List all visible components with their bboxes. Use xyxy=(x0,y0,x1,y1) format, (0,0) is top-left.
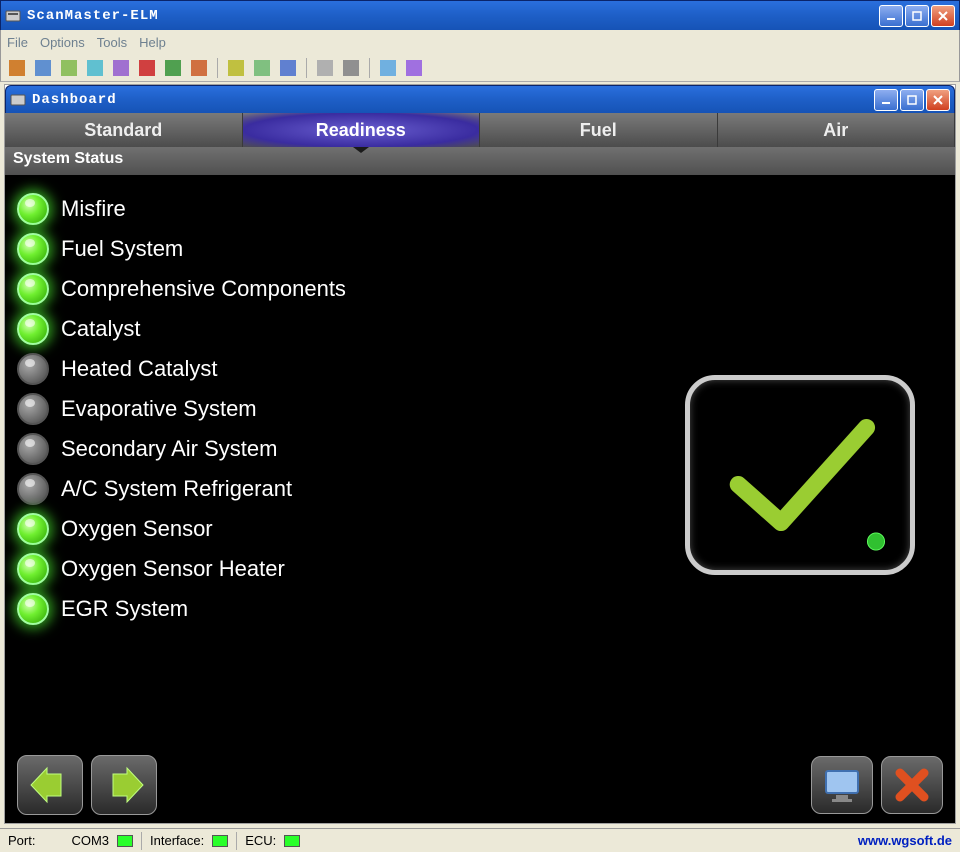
toolbar xyxy=(0,54,960,82)
status-row: Catalyst xyxy=(17,313,943,345)
outer-minimize-button[interactable] xyxy=(879,5,903,27)
tab-fuel[interactable]: Fuel xyxy=(480,113,718,147)
arrow-right-icon xyxy=(103,766,145,804)
menu-options[interactable]: Options xyxy=(40,35,85,50)
status-row: Fuel System xyxy=(17,233,943,265)
status-label: Comprehensive Components xyxy=(61,276,346,302)
status-label: Secondary Air System xyxy=(61,436,277,462)
tab-air[interactable]: Air xyxy=(718,113,956,147)
ecu-led-icon xyxy=(284,835,300,847)
interface-label: Interface: xyxy=(150,833,204,848)
status-row: Comprehensive Components xyxy=(17,273,943,305)
status-led-icon xyxy=(17,393,49,425)
toolbar-icon[interactable] xyxy=(254,60,270,76)
status-label: A/C System Refrigerant xyxy=(61,476,292,502)
prev-button[interactable] xyxy=(17,755,83,815)
section-header: System Status xyxy=(5,147,955,175)
menu-help[interactable]: Help xyxy=(139,35,166,50)
toolbar-icon[interactable] xyxy=(406,60,422,76)
toolbar-icon[interactable] xyxy=(61,60,77,76)
status-led-icon xyxy=(17,233,49,265)
status-label: EGR System xyxy=(61,596,188,622)
port-led-icon xyxy=(117,835,133,847)
toolbar-icon[interactable] xyxy=(87,60,103,76)
status-led-icon xyxy=(17,473,49,505)
monitor-icon xyxy=(822,767,862,803)
status-led-icon xyxy=(17,273,49,305)
status-led-icon xyxy=(17,553,49,585)
status-row: Misfire xyxy=(17,193,943,225)
status-label: Heated Catalyst xyxy=(61,356,218,382)
statusbar: Port: COM3 Interface: ECU: www.wgsoft.de xyxy=(0,828,960,852)
toolbar-icon[interactable] xyxy=(191,60,207,76)
outer-maximize-button[interactable] xyxy=(905,5,929,27)
status-led-icon xyxy=(17,593,49,625)
close-icon xyxy=(892,765,932,805)
port-label: Port: xyxy=(8,833,35,848)
toolbar-icon[interactable] xyxy=(380,60,396,76)
tab-standard[interactable]: Standard xyxy=(5,113,243,147)
outer-close-button[interactable] xyxy=(931,5,955,27)
status-label: Catalyst xyxy=(61,316,140,342)
ecu-label: ECU: xyxy=(245,833,276,848)
status-label: Misfire xyxy=(61,196,126,222)
vendor-link[interactable]: www.wgsoft.de xyxy=(858,833,952,848)
outer-titlebar: ScanMaster-ELM xyxy=(0,0,960,30)
status-led-icon xyxy=(17,513,49,545)
dashboard-icon xyxy=(10,92,26,108)
inner-titlebar: Dashboard xyxy=(5,85,955,113)
readiness-ok-panel xyxy=(685,375,915,575)
inner-close-button[interactable] xyxy=(926,89,950,111)
status-label: Oxygen Sensor xyxy=(61,516,213,542)
outer-title: ScanMaster-ELM xyxy=(27,8,879,24)
toolbar-icon[interactable] xyxy=(280,60,296,76)
next-button[interactable] xyxy=(91,755,157,815)
status-led-icon xyxy=(17,433,49,465)
inner-maximize-button[interactable] xyxy=(900,89,924,111)
status-led-icon xyxy=(17,193,49,225)
menu-file[interactable]: File xyxy=(7,35,28,50)
toolbar-icon[interactable] xyxy=(9,60,25,76)
menubar: File Options Tools Help xyxy=(0,30,960,54)
status-row: EGR System xyxy=(17,593,943,625)
arrow-left-icon xyxy=(29,766,71,804)
status-led-icon xyxy=(17,313,49,345)
cancel-button[interactable] xyxy=(881,756,943,814)
status-label: Evaporative System xyxy=(61,396,257,422)
toolbar-icon[interactable] xyxy=(113,60,129,76)
port-value: COM3 xyxy=(71,833,109,848)
monitor-button[interactable] xyxy=(811,756,873,814)
toolbar-icon[interactable] xyxy=(228,60,244,76)
menu-tools[interactable]: Tools xyxy=(97,35,127,50)
inner-minimize-button[interactable] xyxy=(874,89,898,111)
toolbar-icon[interactable] xyxy=(35,60,51,76)
interface-led-icon xyxy=(212,835,228,847)
toolbar-icon[interactable] xyxy=(343,60,359,76)
toolbar-icon[interactable] xyxy=(317,60,333,76)
inner-title: Dashboard xyxy=(32,92,874,108)
bottom-nav xyxy=(5,753,955,823)
status-led-icon xyxy=(17,353,49,385)
status-label: Oxygen Sensor Heater xyxy=(61,556,285,582)
tab-bar: StandardReadinessFuelAir xyxy=(5,113,955,147)
status-label: Fuel System xyxy=(61,236,183,262)
checkmark-icon xyxy=(690,380,910,570)
app-icon xyxy=(5,8,21,24)
toolbar-icon[interactable] xyxy=(139,60,155,76)
tab-readiness[interactable]: Readiness xyxy=(243,113,481,147)
toolbar-icon[interactable] xyxy=(165,60,181,76)
